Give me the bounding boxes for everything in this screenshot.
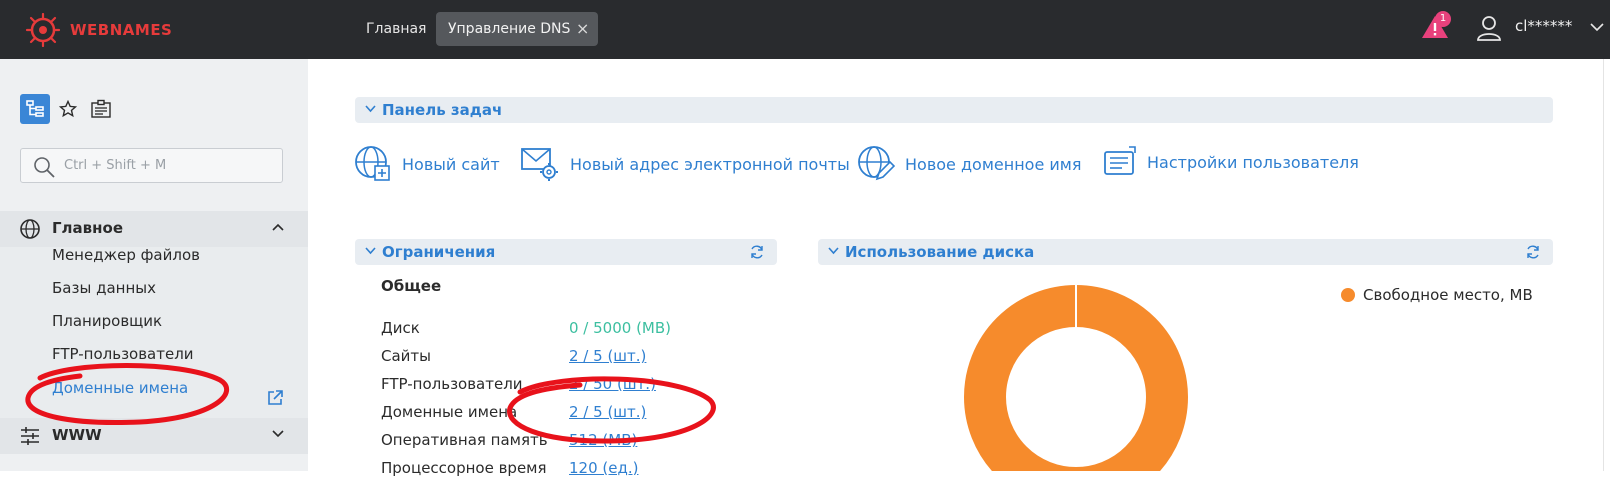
clipboard-button[interactable] [86, 94, 116, 124]
disk-usage-panel-header[interactable]: Использование диска [818, 239, 1553, 265]
tab-dns-management[interactable]: Управление DNS × [436, 12, 599, 46]
limit-label: FTP-пользователи [381, 375, 523, 393]
logo-text: WEBNAMES [70, 21, 173, 39]
sliders-icon [21, 427, 39, 445]
tab-home[interactable]: Главная [354, 12, 438, 46]
limit-value-link[interactable]: 2 / 5 (шт.) [569, 403, 646, 421]
mail-gear-icon [521, 148, 558, 181]
alert-badge: 1 [1435, 11, 1451, 27]
favorites-button[interactable] [53, 94, 83, 124]
limit-label: Сайты [381, 347, 431, 365]
limit-value-link[interactable]: 120 (ед.) [569, 459, 638, 477]
star-icon [59, 100, 77, 118]
taskbar-title: Панель задач [382, 101, 503, 119]
top-bar: WEBNAMES Главная Управление DNS × 1 cl**… [0, 0, 1610, 59]
chevron-down-icon [828, 247, 839, 255]
sidebar-item-ftp-users[interactable]: FTP-пользователи [52, 345, 194, 363]
chevron-down-icon [272, 430, 284, 438]
task-label: Новый сайт [402, 154, 500, 174]
task-new-site[interactable]: Новый сайт [354, 145, 500, 183]
scrollbar[interactable] [1603, 59, 1610, 471]
sidebar: Ctrl + Shift + M Главное Менеджер файлов… [0, 59, 308, 471]
limits-subtitle: Общее [381, 277, 442, 295]
task-label: Настройки пользователя [1147, 152, 1359, 172]
sidebar-list: Менеджер файлов Базы данных Планировщик … [0, 246, 308, 418]
disk-usage-title: Использование диска [845, 243, 1035, 261]
chevron-down-icon [365, 105, 376, 113]
tree-view-button[interactable] [20, 94, 50, 124]
disk-usage-donut-chart [964, 284, 1188, 471]
globe-edit-icon [858, 146, 895, 181]
external-link-icon[interactable] [266, 389, 284, 407]
donut-slice-free-space[interactable] [964, 285, 1188, 471]
task-label: Новый адрес электронной почты [570, 154, 850, 174]
chevron-down-icon[interactable] [1590, 22, 1604, 32]
legend-swatch [1341, 288, 1355, 302]
chevron-down-icon [365, 247, 376, 255]
sidebar-item-databases[interactable]: Базы данных [52, 279, 156, 297]
sidebar-section-main[interactable]: Главное [0, 211, 308, 247]
task-new-domain[interactable]: Новое доменное имя [857, 145, 1081, 183]
limit-value: 0 / 5000 (MB) [569, 319, 672, 337]
limits-panel-header[interactable]: Ограничения [355, 239, 777, 265]
task-label: Новое доменное имя [905, 154, 1082, 174]
clipboard-icon [91, 99, 111, 118]
tree-icon [26, 100, 44, 117]
globe-icon [20, 219, 40, 239]
logo[interactable]: WEBNAMES [22, 13, 172, 47]
sidebar-item-domain-names[interactable]: Доменные имена [52, 379, 188, 397]
limit-label: Доменные имена [381, 403, 518, 421]
task-new-email[interactable]: Новый адрес электронной почты [520, 145, 850, 183]
user-settings-icon [1104, 146, 1136, 175]
limit-value-link[interactable]: 2 / 5 (шт.) [569, 347, 646, 365]
refresh-icon[interactable] [749, 244, 765, 260]
search-input[interactable]: Ctrl + Shift + M [20, 148, 283, 183]
limit-label: Диск [381, 319, 420, 337]
taskbar-panel-header[interactable]: Панель задач [355, 97, 1553, 123]
sidebar-item-scheduler[interactable]: Планировщик [52, 312, 162, 330]
user-name[interactable]: cl****** [1515, 17, 1572, 35]
sidebar-section-label: Главное [52, 219, 124, 237]
limit-label: Оперативная память [381, 431, 548, 449]
limit-value-link[interactable]: 512 (MB) [569, 431, 637, 449]
close-icon[interactable]: × [576, 12, 589, 46]
globe-plus-icon [355, 146, 390, 181]
sidebar-section-label: WWW [52, 426, 102, 444]
logo-icon [25, 13, 61, 47]
limit-value-link[interactable]: 2 / 50 (шт.) [569, 375, 656, 393]
search-icon [34, 157, 55, 178]
search-placeholder: Ctrl + Shift + M [64, 158, 167, 173]
limits-title: Ограничения [382, 243, 496, 261]
tab-dns-label: Управление DNS [448, 21, 571, 37]
legend-label: Свободное место, MB [1363, 286, 1533, 304]
chart-legend[interactable]: Свободное место, MB [1341, 286, 1533, 304]
task-user-settings[interactable]: Настройки пользователя [1101, 145, 1359, 179]
limit-label: Процессорное время [381, 459, 547, 477]
sidebar-item-file-manager[interactable]: Менеджер файлов [52, 246, 200, 264]
refresh-icon[interactable] [1525, 244, 1541, 260]
sidebar-section-www[interactable]: WWW [0, 418, 308, 454]
chevron-up-icon [272, 223, 284, 231]
user-icon[interactable] [1474, 13, 1504, 43]
